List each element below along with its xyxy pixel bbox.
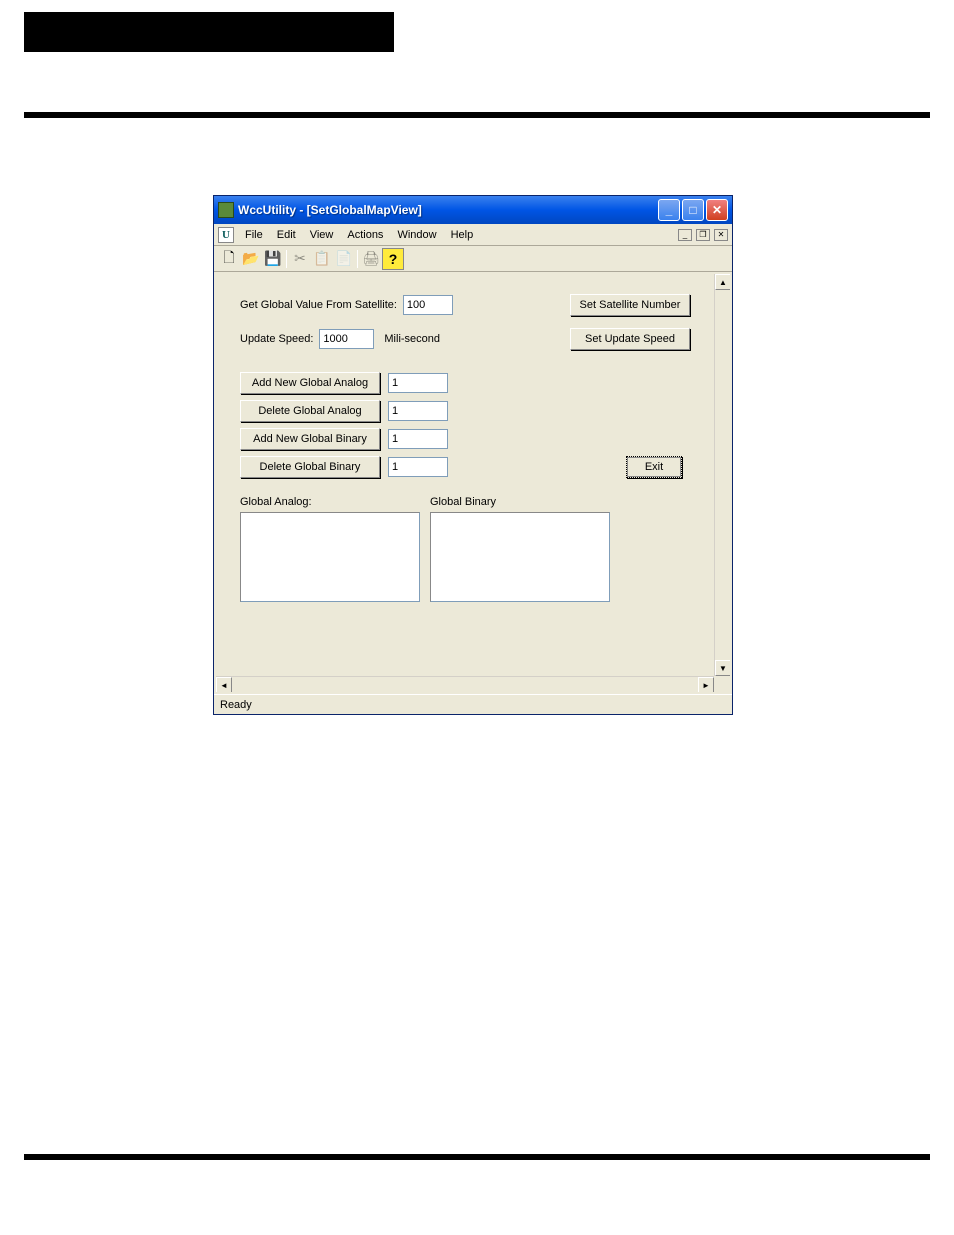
add-binary-button[interactable]: Add New Global Binary [240,428,380,450]
app-window: WccUtility - [SetGlobalMapView] _ □ ✕ U … [213,195,733,715]
new-icon[interactable]: 🗋 [218,248,240,270]
horizontal-rule-bottom [24,1154,930,1160]
horizontal-rule-top [24,112,930,118]
minimize-button[interactable]: _ [658,199,680,221]
scroll-left-icon[interactable]: ◄ [216,677,232,693]
menubar: U File Edit View Actions Window Help _ ❐… [214,224,732,246]
scroll-up-icon[interactable]: ▲ [715,274,731,290]
print-icon: 🖨 [360,248,382,270]
global-binary-listbox[interactable] [430,512,610,602]
toolbar: 🗋 📂 💾 ✂ 📋 📄 🖨 ? [214,246,732,272]
maximize-button[interactable]: □ [682,199,704,221]
window-title: WccUtility - [SetGlobalMapView] [238,203,658,217]
exit-button[interactable]: Exit [626,456,682,478]
copy-icon: 📋 [311,248,333,270]
satellite-label: Get Global Value From Satellite: [240,299,397,311]
horizontal-scrollbar[interactable]: ◄ ► [216,676,714,692]
mdi-icon[interactable]: U [218,227,234,243]
update-speed-unit: Mili-second [384,333,440,345]
open-icon[interactable]: 📂 [240,248,262,270]
menu-edit[interactable]: Edit [270,227,303,243]
delete-analog-button[interactable]: Delete Global Analog [240,400,380,422]
update-speed-label: Update Speed: [240,333,313,345]
add-analog-input[interactable] [388,373,448,393]
add-analog-button[interactable]: Add New Global Analog [240,372,380,394]
save-icon[interactable]: 💾 [262,248,284,270]
menu-window[interactable]: Window [390,227,443,243]
scroll-right-icon[interactable]: ► [698,677,714,693]
set-update-speed-button[interactable]: Set Update Speed [570,328,690,350]
mdi-minimize-button[interactable]: _ [678,229,692,241]
mdi-close-button[interactable]: ✕ [714,229,728,241]
delete-binary-button[interactable]: Delete Global Binary [240,456,380,478]
toolbar-separator [357,250,358,268]
help-icon[interactable]: ? [382,248,404,270]
add-binary-input[interactable] [388,429,448,449]
toolbar-separator [286,250,287,268]
global-analog-listbox[interactable] [240,512,420,602]
menu-help[interactable]: Help [444,227,481,243]
global-analog-label: Global Analog: [240,496,420,508]
paste-icon: 📄 [333,248,355,270]
menu-actions[interactable]: Actions [340,227,390,243]
menu-view[interactable]: View [303,227,341,243]
close-button[interactable]: ✕ [706,199,728,221]
vertical-scrollbar[interactable]: ▲ ▼ [714,274,730,676]
header-block [24,12,394,52]
delete-binary-input[interactable] [388,457,448,477]
mdi-restore-button[interactable]: ❐ [696,229,710,241]
set-satellite-button[interactable]: Set Satellite Number [570,294,690,316]
scroll-down-icon[interactable]: ▼ [715,660,731,676]
menu-file[interactable]: File [238,227,270,243]
form-area: Get Global Value From Satellite: Set Sat… [216,274,714,676]
delete-analog-input[interactable] [388,401,448,421]
status-text: Ready [220,699,252,711]
update-speed-input[interactable] [319,329,374,349]
client-area: Get Global Value From Satellite: Set Sat… [214,272,732,694]
titlebar[interactable]: WccUtility - [SetGlobalMapView] _ □ ✕ [214,196,732,224]
satellite-input[interactable] [403,295,453,315]
global-binary-label: Global Binary [430,496,610,508]
cut-icon: ✂ [289,248,311,270]
app-icon [218,202,234,218]
statusbar: Ready [214,694,732,714]
